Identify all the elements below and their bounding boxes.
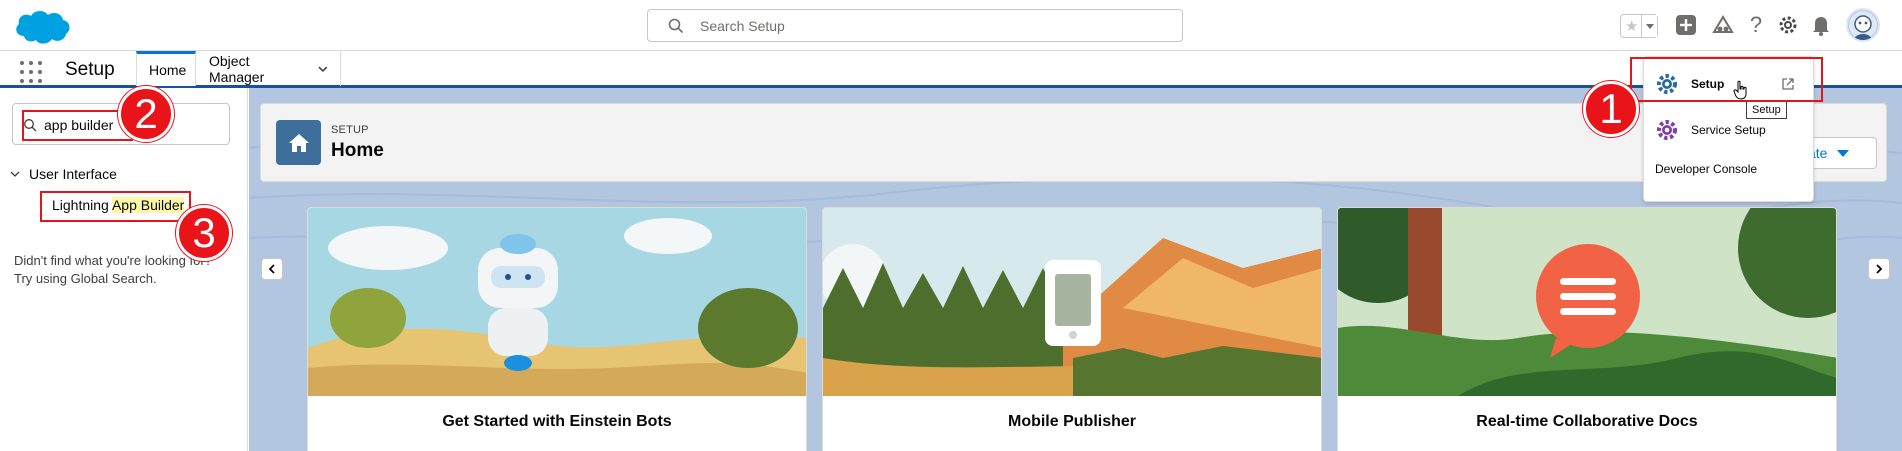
page-title: Home [331, 140, 384, 161]
mobile-publisher-illustration [823, 208, 1321, 396]
tab-object-manager-label: Object Manager [209, 52, 265, 85]
annotation-badge-3: 3 [176, 205, 232, 261]
astro-avatar-icon [1849, 11, 1877, 40]
setup-sidebar: app builder User Interface Lightning App… [0, 88, 248, 451]
notifications-bell-icon[interactable] [1808, 12, 1834, 38]
carousel-prev-button[interactable] [261, 258, 283, 280]
service-setup-gear-icon [1657, 120, 1677, 140]
annotation-box-app-builder [40, 191, 191, 222]
tree-node-user-interface[interactable]: User Interface [10, 166, 117, 182]
chevron-down-icon[interactable] [318, 64, 328, 74]
salesforce-logo[interactable] [12, 6, 72, 48]
search-placeholder: Search Setup [700, 18, 785, 34]
global-search-hint: Try using Global Search. [14, 271, 157, 286]
menu-item-developer-console[interactable]: Developer Console [1644, 157, 1813, 181]
setup-gear-icon[interactable] [1775, 12, 1801, 38]
menu-item-service-setup[interactable]: Service Setup [1644, 115, 1813, 145]
tab-object-manager[interactable]: Object Manager [197, 51, 341, 86]
menu-item-label: Developer Console [1655, 162, 1758, 176]
setup-search-input[interactable]: Search Setup [647, 9, 1183, 42]
no-match-message: Didn't find what you're looking for? Try… [14, 252, 212, 288]
annotation-box-setup [1630, 57, 1823, 102]
tab-home-label: Home [149, 62, 187, 78]
tab-home[interactable]: Home [136, 51, 196, 86]
favorites-dropdown-icon[interactable] [1641, 15, 1657, 37]
annotation-badge-2: 2 [118, 86, 174, 142]
annotation-badge-1: 1 [1583, 81, 1639, 137]
home-icon [276, 120, 321, 165]
menu-item-label: Service Setup [1691, 123, 1766, 137]
chevron-left-icon [268, 264, 275, 274]
einstein-bot-illustration [308, 208, 806, 396]
app-launcher-icon[interactable] [20, 61, 42, 83]
trailhead-icon[interactable] [1710, 12, 1736, 38]
carousel-next-button[interactable] [1868, 258, 1890, 280]
page-kicker: SETUP [331, 124, 369, 136]
global-header: Search Setup ★ ? [0, 0, 1902, 51]
app-name: Setup [65, 59, 115, 80]
help-icon[interactable]: ? [1743, 12, 1769, 38]
favorites-button[interactable]: ★ [1620, 14, 1658, 38]
no-match-line-1: Didn't find what you're looking for? [14, 253, 212, 268]
card-collaborative-docs[interactable]: Real-time Collaborative Docs [1337, 207, 1837, 451]
card-title: Get Started with Einstein Bots [442, 413, 672, 430]
global-actions-add-icon[interactable] [1673, 12, 1699, 38]
chevron-down-icon[interactable] [10, 169, 20, 179]
search-icon [668, 18, 684, 34]
card-title: Real-time Collaborative Docs [1476, 413, 1698, 430]
card-title: Mobile Publisher [1007, 413, 1136, 430]
user-avatar[interactable] [1846, 8, 1880, 42]
card-mobile-publisher[interactable]: Mobile Publisher [822, 207, 1322, 451]
annotation-box-quick-find [22, 110, 133, 141]
tree-node-label: User Interface [29, 166, 117, 182]
setup-tooltip: Setup [1746, 101, 1787, 119]
chevron-right-icon [1876, 264, 1883, 274]
star-icon: ★ [1625, 18, 1639, 35]
card-einstein-bots[interactable]: Get Started with Einstein Bots [307, 207, 807, 451]
collaborative-docs-illustration [1338, 208, 1836, 396]
